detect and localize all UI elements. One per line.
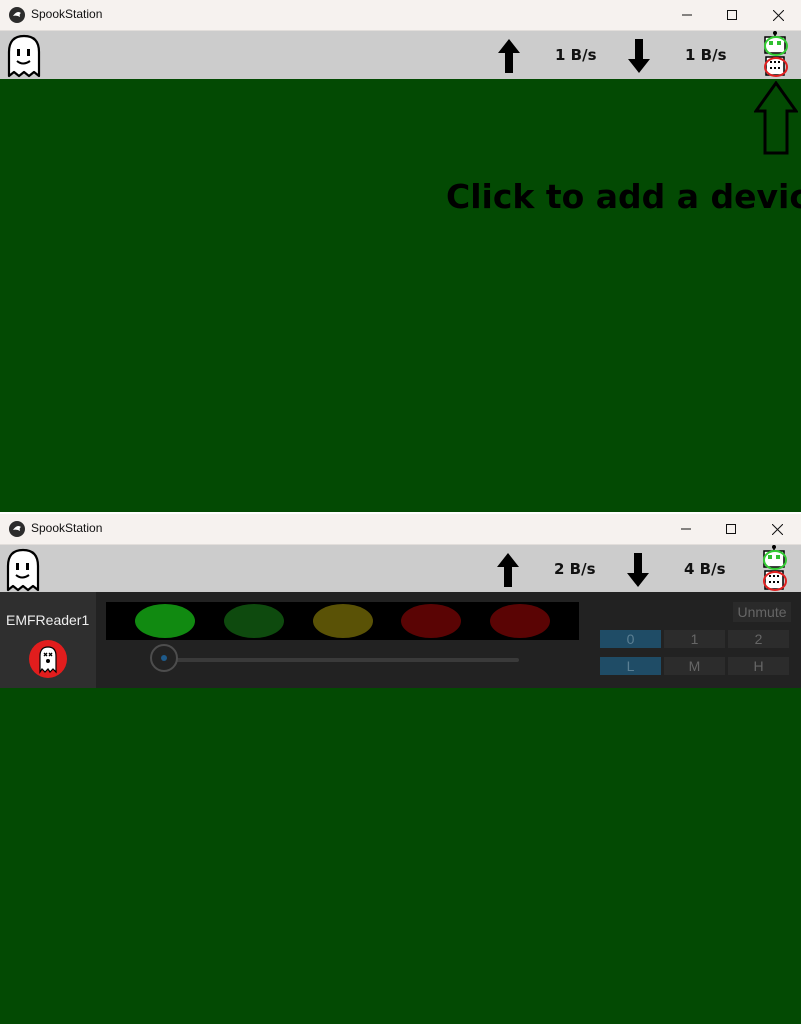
level-option-h[interactable]: H [728, 657, 789, 675]
download-arrow-icon [628, 39, 650, 77]
download-rate: 4 B/s [684, 560, 726, 578]
device-header[interactable]: EMFReader1 [0, 592, 96, 688]
device-row: EMFReader1 Unmute 0 1 2 L M H [0, 592, 801, 688]
channel-option-1[interactable]: 1 [664, 630, 725, 648]
ghost-icon[interactable] [5, 548, 41, 596]
download-rate: 1 B/s [685, 46, 727, 64]
window-title: SpookStation [31, 7, 103, 21]
slider-handle[interactable] [150, 644, 178, 672]
upload-rate: 1 B/s [555, 46, 597, 64]
maximize-button[interactable] [708, 514, 754, 544]
add-device-hint: Click to add a device [446, 177, 801, 216]
upload-rate: 2 B/s [554, 560, 596, 578]
minimize-button[interactable] [664, 0, 710, 30]
title-bar[interactable]: SpookStation [0, 514, 801, 545]
led-4 [401, 604, 461, 638]
close-button[interactable] [754, 514, 800, 544]
unmute-button[interactable]: Unmute [733, 602, 791, 622]
level-option-l[interactable]: L [600, 657, 661, 675]
led-5 [490, 604, 550, 638]
slider-track[interactable] [166, 658, 519, 662]
channel-option-0[interactable]: 0 [600, 630, 661, 648]
robot-connect-icon[interactable] [762, 31, 792, 83]
channel-option-2[interactable]: 2 [728, 630, 789, 648]
window-title: SpookStation [31, 521, 103, 535]
app-logo-icon [9, 7, 25, 23]
device-name: EMFReader1 [6, 612, 90, 628]
robot-connect-icon[interactable] [761, 545, 791, 597]
emf-led-bar [106, 602, 579, 640]
upload-arrow-icon [497, 553, 519, 591]
led-2 [224, 604, 284, 638]
title-bar[interactable]: SpookStation [0, 0, 801, 31]
download-arrow-icon [627, 553, 649, 591]
ghost-disconnect-icon[interactable] [29, 640, 67, 678]
toolbar: 2 B/s 4 B/s [0, 545, 801, 593]
maximize-button[interactable] [709, 0, 755, 30]
upload-arrow-icon [498, 39, 520, 77]
pointer-arrow-icon [753, 80, 799, 159]
led-3 [313, 604, 373, 638]
ghost-icon[interactable] [6, 34, 42, 82]
toolbar: 1 B/s 1 B/s [0, 31, 801, 79]
led-1 [135, 604, 195, 638]
device-area[interactable]: EMFReader1 Unmute 0 1 2 L M H [0, 592, 801, 1024]
app-logo-icon [9, 521, 25, 537]
device-area[interactable]: Click to add a device [0, 79, 801, 512]
app-window-1: SpookStation 1 B/s 1 B/s Click to add a … [0, 0, 801, 512]
minimize-button[interactable] [663, 514, 709, 544]
app-window-2: SpookStation 2 B/s 4 B/s EMFReader1 Unmu… [0, 514, 801, 1024]
close-button[interactable] [755, 0, 801, 30]
level-option-m[interactable]: M [664, 657, 725, 675]
